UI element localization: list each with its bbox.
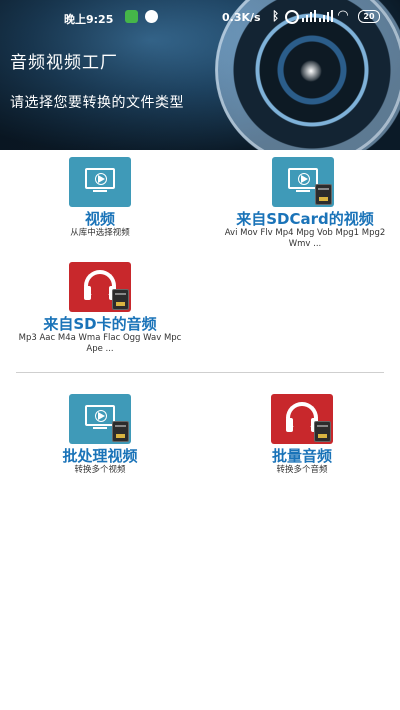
option-description: Mp3 Aac M4a Wma Flac Ogg Wav Mpc Ape ... bbox=[18, 333, 182, 354]
sdcard-icon bbox=[112, 421, 129, 442]
option-description: 转换多个视频 bbox=[74, 465, 126, 475]
message-icon bbox=[145, 10, 158, 23]
option-description: 转换多个音频 bbox=[276, 465, 328, 475]
option-title: 批处理视频 bbox=[62, 447, 138, 465]
page-subtitle: 请选择您要转换的文件类型 bbox=[10, 95, 184, 111]
video-monitor-icon bbox=[69, 157, 131, 207]
video-monitor-sdcard-icon bbox=[272, 157, 334, 207]
status-time: 晚上9:25 bbox=[64, 13, 114, 26]
video-monitor-sdcard-icon bbox=[69, 394, 131, 444]
option-video[interactable]: 视频 从库中选择视频 bbox=[20, 157, 180, 242]
signal-icon bbox=[319, 10, 333, 22]
wifi-icon: ◠ bbox=[338, 8, 348, 23]
status-bar: 晚上9:25 0.3K/s ᛒ ◠ 20 bbox=[0, 0, 400, 34]
option-sdcard-video[interactable]: 来自SDCard的视频 Avi Mov Flv Mp4 Mpg Vob Mpg1… bbox=[215, 157, 395, 252]
sdcard-icon bbox=[112, 289, 129, 310]
battery-icon: 20 bbox=[358, 10, 380, 23]
section-divider bbox=[16, 372, 384, 373]
signal-icon bbox=[302, 10, 316, 22]
option-title: 视频 bbox=[84, 210, 115, 228]
header-banner: 晚上9:25 0.3K/s ᛒ ◠ 20 音频视频工厂 请选择您要转换的文件类型 bbox=[0, 0, 400, 150]
option-description: Avi Mov Flv Mp4 Mpg Vob Mpg1 Mpg2 Wmv ..… bbox=[224, 228, 386, 249]
app-title: 音频视频工厂 bbox=[10, 53, 118, 73]
option-batch-audio[interactable]: 批量音频 转换多个音频 bbox=[222, 394, 382, 479]
option-title: 来自SD卡的音频 bbox=[43, 315, 157, 333]
headphones-sdcard-icon bbox=[271, 394, 333, 444]
headphones-sdcard-icon bbox=[69, 262, 131, 312]
lens-flare bbox=[300, 60, 322, 82]
option-title: 来自SDCard的视频 bbox=[236, 210, 374, 228]
network-speed: 0.3K/s bbox=[222, 11, 261, 24]
app-icon bbox=[125, 10, 138, 23]
option-description: 从库中选择视频 bbox=[70, 228, 130, 238]
option-title: 批量音频 bbox=[271, 447, 332, 465]
alarm-icon bbox=[285, 10, 299, 24]
sdcard-icon bbox=[315, 184, 332, 205]
option-batch-video[interactable]: 批处理视频 转换多个视频 bbox=[20, 394, 180, 479]
sdcard-icon bbox=[314, 421, 331, 442]
option-sdcard-audio[interactable]: 来自SD卡的音频 Mp3 Aac M4a Wma Flac Ogg Wav Mp… bbox=[10, 262, 190, 357]
bluetooth-icon: ᛒ bbox=[272, 9, 280, 23]
